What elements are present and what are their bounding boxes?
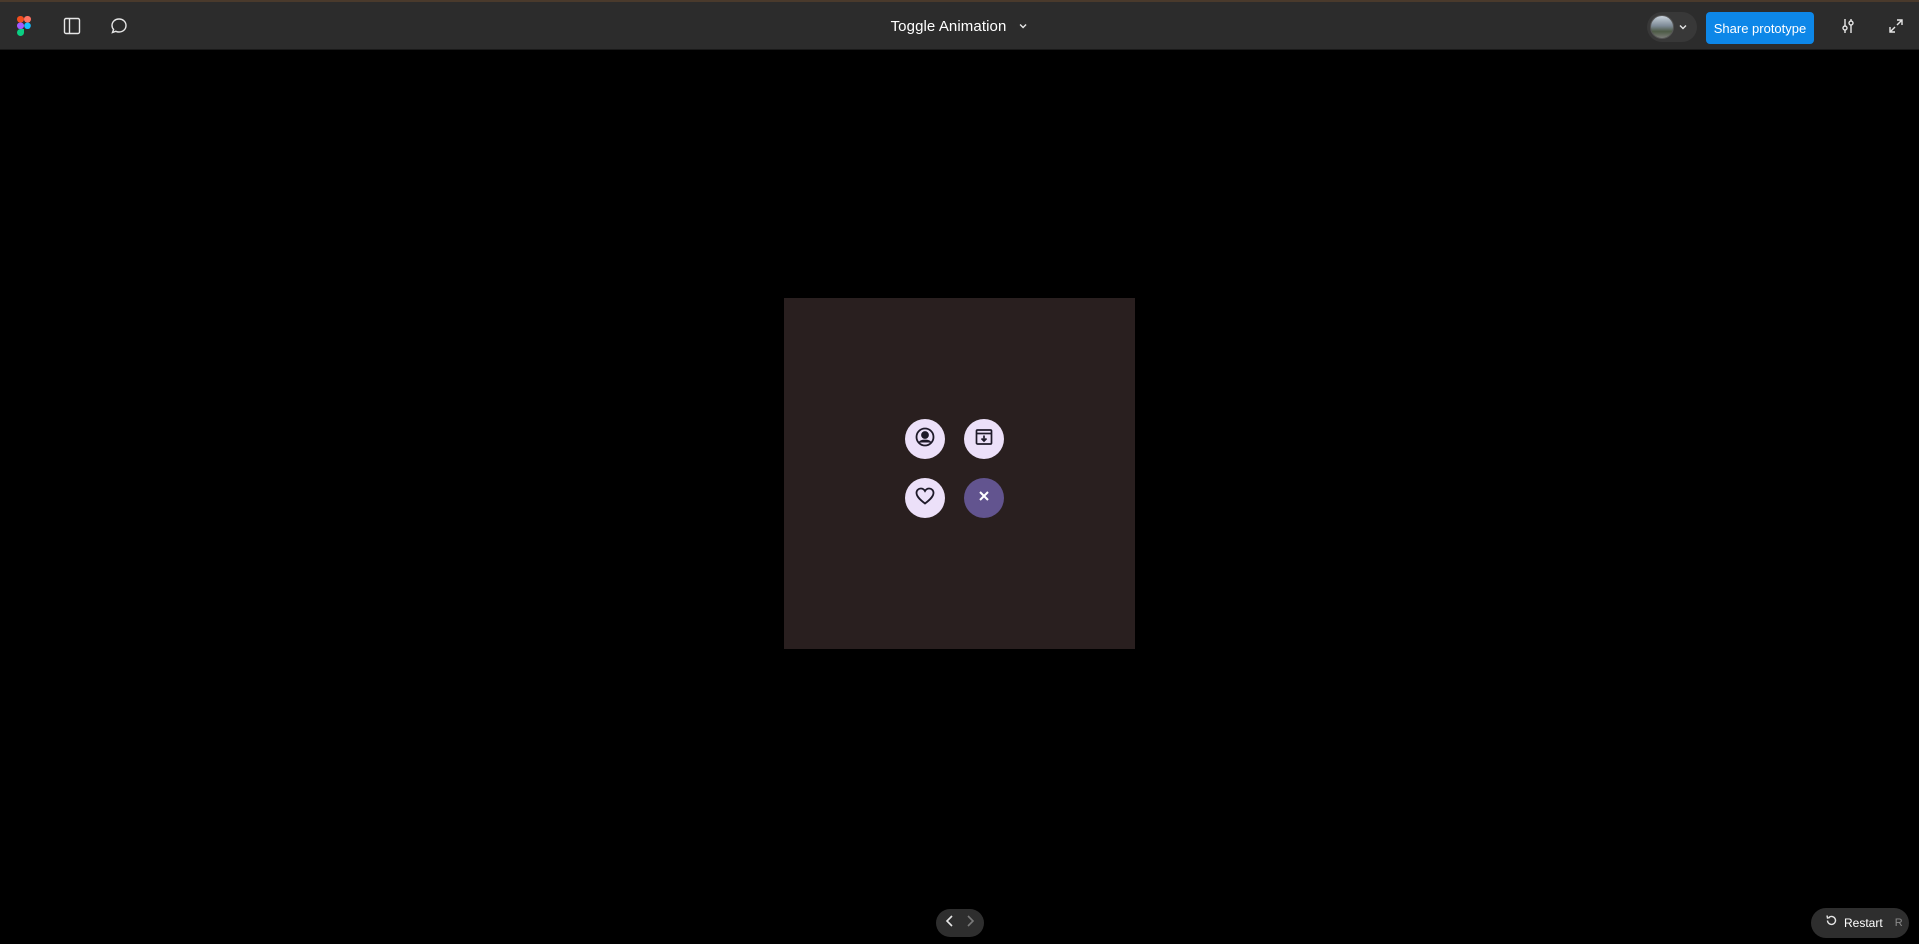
prototype-title-dropdown[interactable]: Toggle Animation <box>891 2 1029 50</box>
archive-button[interactable] <box>964 419 1004 459</box>
sidebar-panel-icon[interactable] <box>60 14 84 38</box>
chevron-right-icon <box>965 914 975 933</box>
figma-logo-icon[interactable] <box>12 14 36 38</box>
top-toolbar: Toggle Animation Share prototype <box>0 0 1919 50</box>
page-title: Toggle Animation <box>890 17 1007 35</box>
chevron-down-icon <box>1018 17 1028 35</box>
prototype-frame <box>784 298 1135 649</box>
avatar <box>1650 15 1674 39</box>
chevron-down-icon <box>1678 18 1688 36</box>
chevron-left-icon <box>945 914 955 933</box>
favorite-button[interactable] <box>905 478 945 518</box>
heart-icon <box>914 486 936 511</box>
share-prototype-button[interactable]: Share prototype <box>1706 12 1814 44</box>
close-toggle-button[interactable] <box>964 478 1004 518</box>
profile-button[interactable] <box>905 419 945 459</box>
previous-frame-button[interactable] <box>940 913 960 933</box>
comment-icon[interactable] <box>107 14 131 38</box>
expand-icon[interactable] <box>1884 14 1908 38</box>
restart-label: Restart <box>1844 916 1883 930</box>
restart-shortcut: R <box>1894 917 1903 929</box>
user-circle-icon <box>914 426 936 453</box>
close-icon <box>977 489 991 508</box>
restart-button[interactable]: Restart R <box>1811 908 1909 938</box>
restart-icon <box>1825 914 1838 932</box>
next-frame-button[interactable] <box>960 913 980 933</box>
sliders-icon[interactable] <box>1836 14 1860 38</box>
frame-navigation <box>936 909 984 937</box>
user-avatar-menu[interactable] <box>1647 12 1697 42</box>
archive-download-icon <box>974 427 994 452</box>
